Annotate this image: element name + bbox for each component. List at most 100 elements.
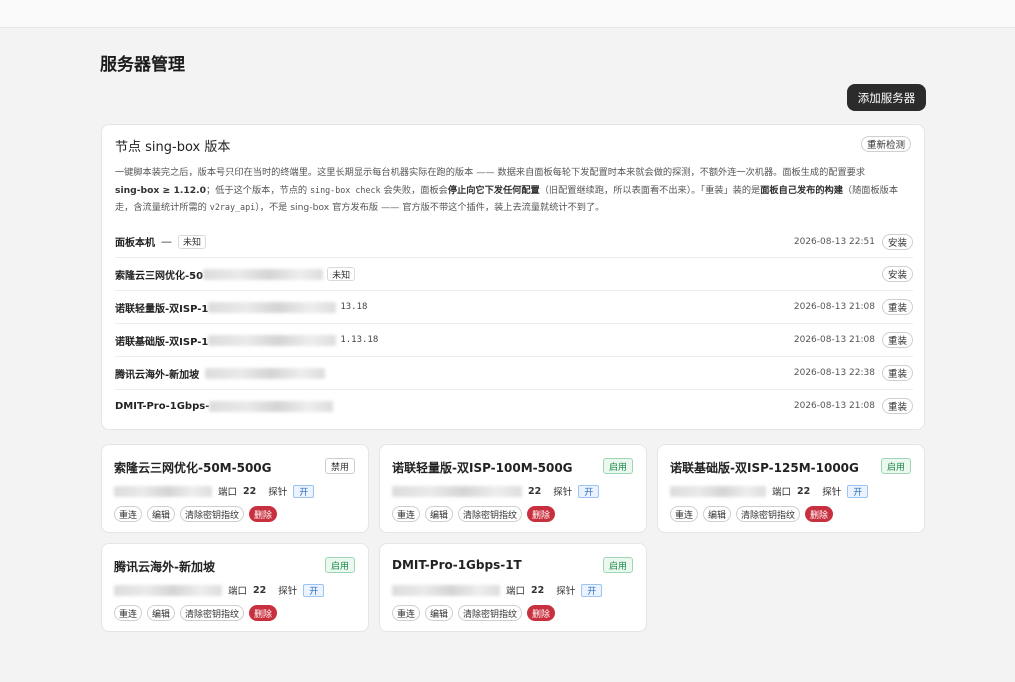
reconnect-button[interactable]: 重连 (392, 605, 421, 621)
server-card: 腾讯云海外-新加坡 启用 端口 22 探针 开 重连 编辑 清除密钥指纹 删除 (101, 543, 369, 632)
server-name: 索隆云三网优化-50M-500G (114, 461, 272, 475)
edit-button[interactable]: 编辑 (147, 605, 176, 621)
server-status-badge[interactable]: 启用 (602, 458, 633, 474)
server-info-line: 22 探针 开 (392, 484, 600, 498)
port-label: 端口 (772, 487, 792, 498)
server-info-line: 端口 22 探针 开 (114, 484, 315, 498)
clear-key-fingerprint-button[interactable]: 清除密钥指纹 (180, 506, 245, 522)
server-status-badge[interactable]: 启用 (324, 557, 355, 573)
redacted-address (203, 268, 324, 280)
edit-button[interactable]: 编辑 (425, 506, 454, 522)
reinstall-button[interactable]: 重装 (881, 398, 913, 414)
delete-button[interactable]: 删除 (527, 605, 556, 621)
delete-button[interactable]: 删除 (527, 506, 556, 522)
delete-button[interactable]: 删除 (249, 605, 278, 621)
redacted-address (205, 367, 326, 379)
version-text: 1.13.18 (340, 335, 379, 345)
version-card-description: 一键脚本装完之后，版本号只印在当时的终端里。这里长期显示每台机器实际在跑的版本 … (115, 167, 899, 213)
probe-label: 探针 (553, 487, 573, 498)
version-card-title: 节点 sing-box 版本 (115, 140, 231, 155)
node-name: DMIT-Pro-1Gbps- (115, 400, 210, 412)
reinstall-button[interactable]: 重装 (881, 365, 913, 381)
node-name: 诺联轻量版-双ISP-1 (115, 303, 209, 315)
clear-key-fingerprint-button[interactable]: 清除密钥指纹 (180, 605, 245, 621)
delete-button[interactable]: 删除 (805, 506, 834, 522)
server-name: 腾讯云海外-新加坡 (114, 560, 215, 574)
install-button[interactable]: 安装 (881, 233, 913, 250)
clear-key-fingerprint-button[interactable]: 清除密钥指纹 (736, 506, 801, 522)
server-name: DMIT-Pro-1Gbps-1T (392, 558, 522, 572)
reconnect-button[interactable]: 重连 (670, 506, 699, 522)
probe-label: 探针 (556, 586, 576, 597)
server-info-line: 端口 22 探针 开 (670, 484, 869, 498)
redacted-address (208, 334, 337, 346)
reconnect-button[interactable]: 重连 (114, 506, 143, 522)
reinstall-button[interactable]: 重装 (881, 332, 913, 348)
version-dash: — (161, 235, 172, 248)
clear-key-fingerprint-button[interactable]: 清除密钥指纹 (458, 506, 523, 522)
redacted-host (670, 485, 766, 497)
server-status-badge[interactable]: 启用 (602, 557, 633, 573)
server-actions: 重连 编辑 清除密钥指纹 删除 (670, 506, 834, 522)
probe-toggle[interactable]: 开 (581, 583, 603, 597)
recheck-button[interactable]: 重新检测 (860, 136, 911, 152)
delete-button[interactable]: 删除 (249, 506, 278, 522)
version-status-tag: 未知 (327, 267, 356, 281)
redacted-host (392, 485, 522, 497)
server-card: 诺联轻量版-双ISP-100M-500G 启用 22 探针 开 重连 编辑 清除… (379, 444, 647, 533)
probe-toggle[interactable]: 开 (578, 484, 600, 498)
checked-time: 2026-08-13 22:51 (793, 236, 875, 247)
server-info-line: 端口 22 探针 开 (114, 583, 325, 597)
node-version-row: 面板本机 — 未知 2026-08-13 22:51 安装 (115, 225, 913, 258)
install-button[interactable]: 安装 (881, 266, 913, 282)
probe-toggle[interactable]: 开 (847, 484, 869, 498)
edit-button[interactable]: 编辑 (425, 605, 454, 621)
node-name: 索隆云三网优化-50 (115, 270, 204, 282)
checked-time: 2026-08-13 22:38 (793, 368, 875, 378)
add-server-button[interactable]: 添加服务器 (847, 84, 926, 111)
server-actions: 重连 编辑 清除密钥指纹 删除 (114, 605, 278, 621)
edit-button[interactable]: 编辑 (703, 506, 732, 522)
reconnect-button[interactable]: 重连 (114, 605, 143, 621)
redacted-host (114, 485, 212, 497)
redacted-host (114, 584, 222, 596)
node-version-row: 诺联轻量版-双ISP-1 13.18 2026-08-13 21:08 重装 (115, 290, 913, 323)
node-name: 诺联基础版-双ISP-1 (115, 336, 209, 348)
server-card: DMIT-Pro-1Gbps-1T 启用 端口 22 探针 开 重连 编辑 清除… (379, 543, 647, 632)
checked-time: 2026-08-13 21:08 (793, 302, 875, 312)
server-name: 诺联基础版-双ISP-125M-1000G (670, 461, 859, 475)
node-version-row: DMIT-Pro-1Gbps- 2026-08-13 21:08 重装 (115, 389, 913, 422)
port-label: 端口 (506, 586, 526, 597)
clear-key-fingerprint-button[interactable]: 清除密钥指纹 (458, 605, 523, 621)
server-actions: 重连 编辑 清除密钥指纹 删除 (392, 506, 556, 522)
server-card: 索隆云三网优化-50M-500G 禁用 端口 22 探针 开 重连 编辑 清除密… (101, 444, 369, 533)
port-label: 端口 (218, 487, 238, 498)
server-actions: 重连 编辑 清除密钥指纹 删除 (114, 506, 278, 522)
probe-label: 探针 (278, 586, 298, 597)
reconnect-button[interactable]: 重连 (392, 506, 421, 522)
probe-label: 探针 (268, 487, 288, 498)
node-version-row: 腾讯云海外-新加坡 2026-08-13 22:38 重装 (115, 356, 913, 389)
checked-time: 2026-08-13 21:08 (793, 335, 875, 345)
edit-button[interactable]: 编辑 (147, 506, 176, 522)
reinstall-button[interactable]: 重装 (881, 299, 913, 315)
checked-time: 2026-08-13 21:08 (793, 401, 875, 411)
port-value: 22 (528, 485, 542, 497)
server-status-badge[interactable]: 启用 (880, 458, 911, 474)
redacted-address (209, 400, 334, 412)
server-status-badge[interactable]: 禁用 (324, 458, 355, 474)
node-version-row: 索隆云三网优化-50 未知 安装 (115, 257, 913, 290)
node-version-row: 诺联基础版-双ISP-1 1.13.18 2026-08-13 21:08 重装 (115, 323, 913, 356)
server-actions: 重连 编辑 清除密钥指纹 删除 (392, 605, 556, 621)
port-value: 22 (797, 485, 811, 497)
server-info-line: 端口 22 探针 开 (392, 583, 603, 597)
port-value: 22 (243, 485, 257, 497)
probe-label: 探针 (822, 487, 842, 498)
probe-toggle[interactable]: 开 (303, 583, 325, 597)
port-value: 22 (531, 584, 545, 596)
version-status-tag: 未知 (178, 234, 207, 249)
probe-toggle[interactable]: 开 (293, 484, 315, 498)
node-name: 腾讯云海外-新加坡 (115, 369, 200, 381)
port-label: 端口 (228, 586, 248, 597)
node-name: 面板本机 (115, 238, 155, 249)
